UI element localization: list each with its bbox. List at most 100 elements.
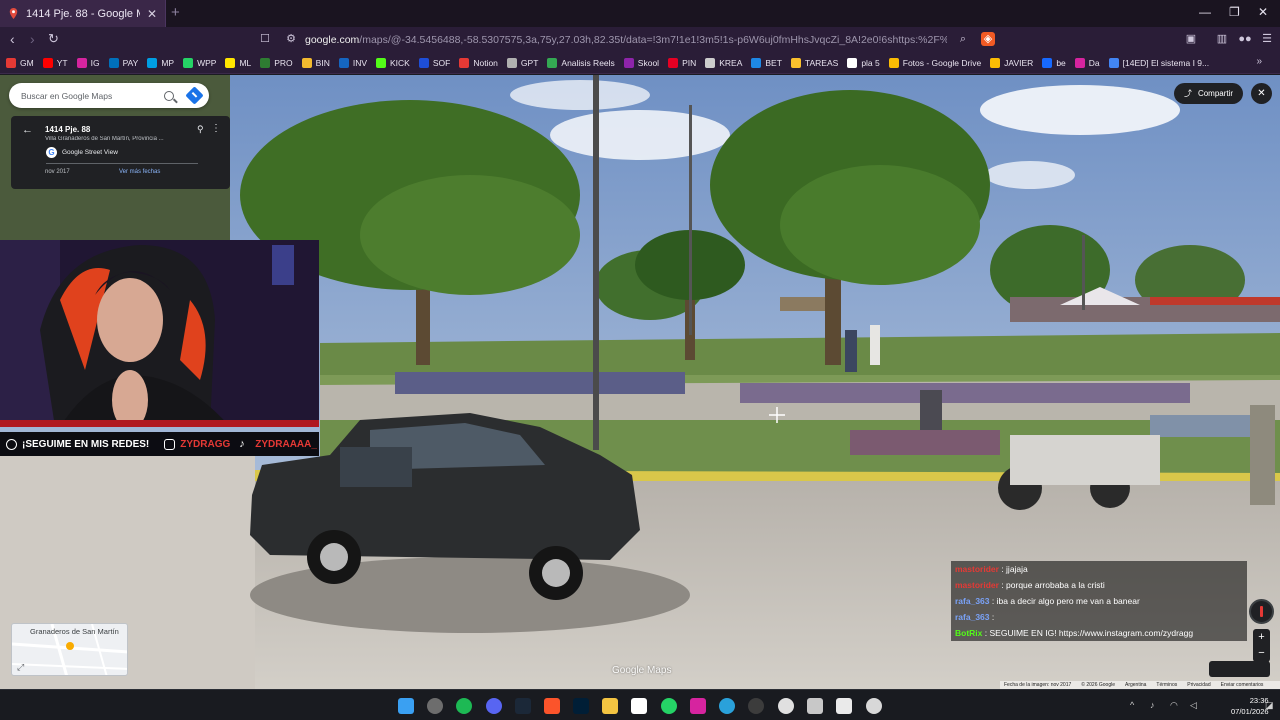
bookmark-item[interactable]: GM [6,58,34,68]
bookmark-label: WPP [197,58,217,68]
chat-username: rafa_363 [955,612,990,622]
zoom-out-icon[interactable]: − [1253,645,1270,661]
mic-icon[interactable]: ♪ [1150,700,1155,710]
social-text: ¡SEGUIME EN MIS REDES! [22,438,150,450]
window-close-icon[interactable]: ✕ [1258,5,1268,19]
bookmark-item[interactable]: Da [1074,58,1100,68]
bookmark-item[interactable]: ML [225,58,251,68]
share-icon: ⤴ [1183,89,1192,98]
bookmark-item[interactable]: TAREAS [790,58,838,68]
site-info-icon[interactable]: ⚙ [284,32,298,46]
search-icon[interactable] [164,90,174,101]
expand-map-icon[interactable]: ⤢ [17,662,28,673]
back-icon[interactable]: ‹ [10,31,15,47]
steam-icon[interactable] [515,698,531,714]
bookmark-item[interactable]: be [1042,58,1066,68]
chat-text: : porque arrobaba a la cristi [1001,580,1105,590]
url-field[interactable]: google.com/maps/@-34.5456488,-58.5307575… [305,34,947,46]
bookmark-item[interactable]: Analisis Reels [547,58,615,68]
location-pin-icon[interactable]: ⚲ [197,124,204,135]
bookmark-item[interactable]: BET [751,58,782,68]
bookmark-item[interactable]: PAY [108,58,138,68]
bookmark-item[interactable]: INV [338,58,367,68]
bookmark-item[interactable]: PRO [260,58,293,68]
close-street-view-icon[interactable]: ✕ [1251,83,1272,104]
telegram-icon[interactable] [719,698,735,714]
zoom-in-icon[interactable]: + [1253,629,1270,645]
wifi-icon[interactable]: ◠ [1170,700,1178,711]
maps-search-box[interactable]: Buscar en Google Maps [9,83,209,108]
google-maps-watermark: Google Maps [612,665,672,676]
footer-link[interactable]: Privacidad [1187,682,1210,688]
bookmark-item[interactable]: Notion [459,58,498,68]
street-view-thumbnails[interactable] [1209,661,1270,677]
more-dates-link[interactable]: Ver más fechas [119,169,160,175]
sidebar-icon[interactable]: ▥ [1215,32,1229,46]
tab-google-maps[interactable]: 1414 Pje. 88 - Google Maps ✕ [0,0,166,27]
source-label: Google Street View [62,149,118,156]
tray-chevron-icon[interactable]: ^ [1130,700,1134,710]
footer-link[interactable]: Enviar comentarios [1221,682,1264,688]
settings-icon[interactable] [778,698,794,714]
tab-close-icon[interactable]: ✕ [147,7,157,21]
place-title: 1414 Pje. 88 [45,125,91,134]
bookmark-item[interactable]: KICK [376,58,410,68]
clock[interactable]: 23:36 07/01/2026 [1231,695,1269,717]
bookmarks-more-icon[interactable]: » [1256,56,1262,67]
minimize-icon[interactable]: — [1199,5,1211,19]
obs-icon[interactable] [427,698,443,714]
zoom-search-icon[interactable]: ⌕ [956,32,970,46]
bookmark-item[interactable]: BIN [301,58,330,68]
gear-app-icon[interactable] [866,698,882,714]
footer-link[interactable]: Argentina [1125,682,1146,688]
whatsapp-icon[interactable] [661,698,677,714]
bookmark-icon[interactable]: ☐ [258,32,272,46]
bookmark-item[interactable]: KREA [705,58,742,68]
bookmark-item[interactable]: pla 5 [847,58,880,68]
bookmark-item[interactable]: JAVIER [990,58,1033,68]
start-icon[interactable] [398,698,414,714]
bookmark-item[interactable]: MP [147,58,174,68]
screenshot-icon[interactable]: ▣ [1184,32,1198,46]
notion-icon[interactable] [631,698,647,714]
reload-icon[interactable]: ↻ [48,31,59,47]
bookmark-item[interactable]: PIN [668,58,696,68]
chat-text: : jjajaja [1001,564,1028,574]
bookmark-item[interactable]: Skool [623,58,659,68]
capcut-icon[interactable] [836,698,852,714]
share-button[interactable]: ⤴ Compartir [1174,83,1243,104]
bookmark-item[interactable]: WPP [183,58,216,68]
back-arrow-icon[interactable]: ← [22,124,33,136]
volume-icon[interactable]: ◁ [1190,700,1197,711]
spotify-icon[interactable] [456,698,472,714]
bookmark-favicon-icon [225,58,236,68]
maximize-icon[interactable]: ❐ [1229,5,1240,19]
menu-icon[interactable]: ☰ [1260,32,1274,46]
minimap[interactable]: Granaderos de San Martín ⤢ [11,623,128,676]
bookmark-item[interactable]: SOF [418,58,450,68]
notifications-icon[interactable]: ◪ [1265,700,1274,711]
forward-icon[interactable]: › [30,31,35,47]
bookmark-item[interactable]: YT [42,58,68,68]
notepad-icon[interactable] [807,698,823,714]
new-tab-icon[interactable]: + [171,4,180,21]
bookmark-item[interactable]: IG [76,58,100,68]
vpn-icon[interactable]: ●● [1238,32,1252,46]
bookmark-label: KICK [390,58,410,68]
bookmark-item[interactable]: [14ED] El sistema I 9... [1108,58,1209,68]
bookmark-label: PRO [274,58,293,68]
brave-shield-icon[interactable]: ◈ [981,32,995,46]
discord-icon[interactable] [486,698,502,714]
photoshop-icon[interactable] [573,698,589,714]
app-icon[interactable] [748,698,764,714]
file-explorer-icon[interactable] [602,698,618,714]
brave-icon[interactable] [544,698,560,714]
directions-icon[interactable] [185,86,204,105]
bookmark-item[interactable]: GPT [506,58,538,68]
instagram-app-icon[interactable] [690,698,706,714]
bookmark-item[interactable]: Fotos - Google Drive [888,58,981,68]
more-options-icon[interactable]: ⋮ [211,123,221,134]
street-view-panorama[interactable]: Buscar en Google Maps ← 1414 Pje. 88 Vil… [0,75,1280,689]
compass-icon[interactable] [1249,599,1274,624]
footer-link[interactable]: Términos [1156,682,1177,688]
